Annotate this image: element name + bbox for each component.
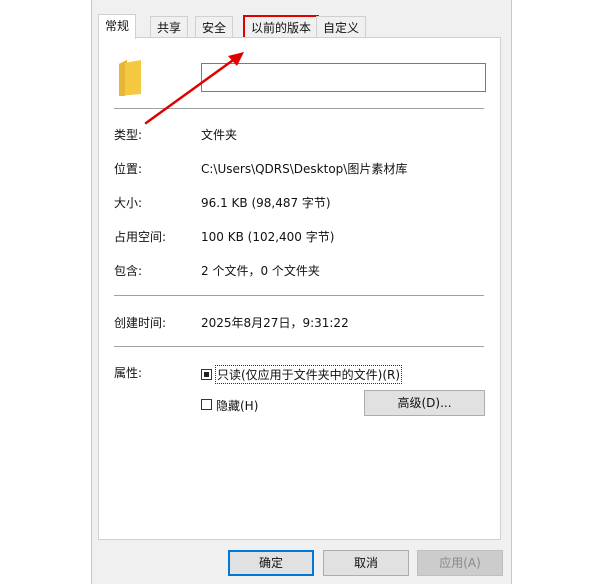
type-label: 类型:	[114, 128, 143, 142]
tab-sharing[interactable]: 共享	[150, 16, 189, 38]
tab-bar: 常规 共享 安全 以前的版本 自定义	[98, 14, 508, 39]
disk-size-label: 占用空间:	[114, 230, 167, 244]
ok-button[interactable]: 确定	[228, 550, 314, 576]
location-label: 位置:	[114, 162, 143, 176]
readonly-checkbox-label[interactable]: 只读(仅应用于文件夹中的文件)(R)	[214, 365, 403, 384]
size-label: 大小:	[114, 196, 143, 210]
advanced-button[interactable]: 高级(D)...	[364, 390, 485, 416]
created-value: 2025年8月27日，9:31:22	[201, 316, 349, 330]
contains-label: 包含:	[114, 264, 143, 278]
hidden-checkbox-label[interactable]: 隐藏(H)	[216, 397, 258, 414]
tab-security[interactable]: 安全	[195, 16, 234, 38]
attributes-label: 属性:	[114, 366, 143, 380]
disk-size-value: 100 KB (102,400 字节)	[201, 230, 335, 244]
cancel-button[interactable]: 取消	[323, 550, 409, 576]
tab-previous-versions[interactable]: 以前的版本	[242, 15, 320, 39]
location-value: C:\Users\QDRS\Desktop\图片素材库	[201, 162, 408, 176]
separator	[114, 295, 484, 296]
contains-value: 2 个文件，0 个文件夹	[201, 264, 320, 278]
size-value: 96.1 KB (98,487 字节)	[201, 196, 331, 210]
type-value: 文件夹	[201, 128, 238, 142]
hidden-checkbox[interactable]	[201, 399, 212, 410]
readonly-checkbox[interactable]	[201, 369, 212, 380]
folder-name-input[interactable]	[201, 63, 486, 92]
apply-button[interactable]: 应用(A)	[417, 550, 503, 576]
folder-icon	[119, 60, 141, 96]
tab-customize[interactable]: 自定义	[316, 16, 367, 38]
tab-general[interactable]: 常规	[98, 14, 137, 39]
created-label: 创建时间:	[114, 316, 167, 330]
separator	[114, 108, 484, 109]
general-panel	[98, 37, 501, 540]
separator	[114, 346, 484, 347]
